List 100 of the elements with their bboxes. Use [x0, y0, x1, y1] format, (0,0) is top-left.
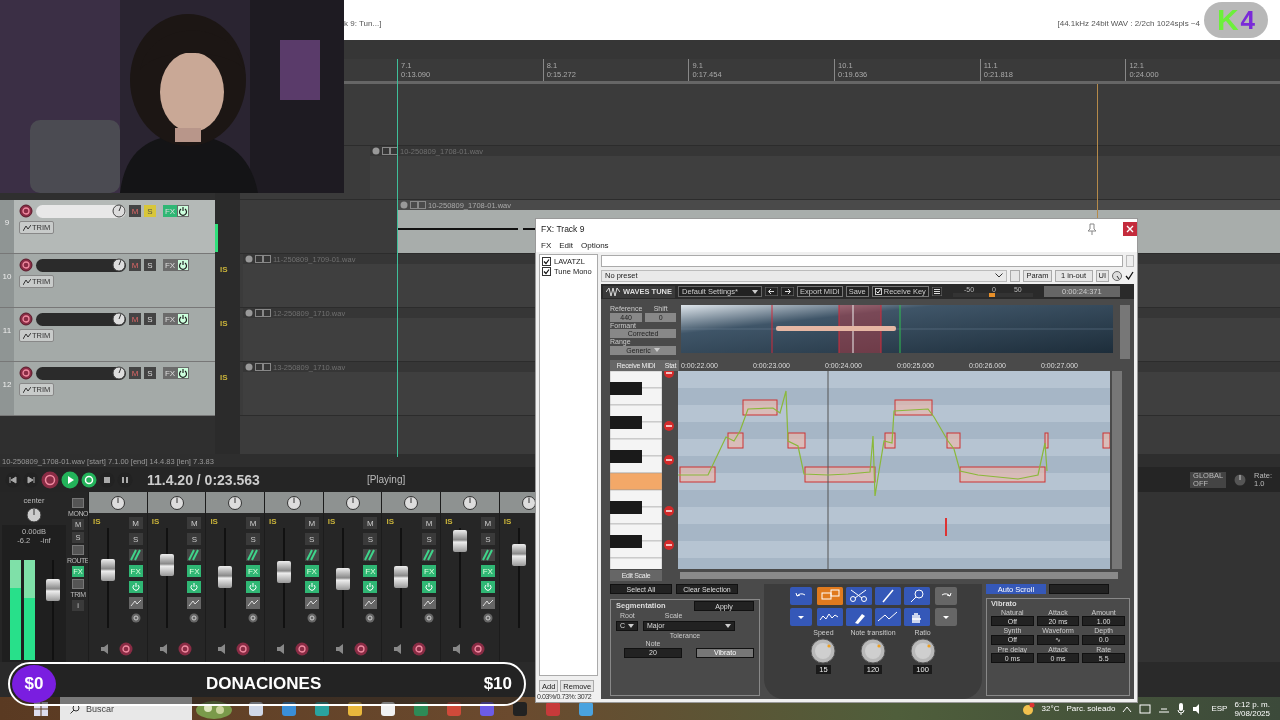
start-icon[interactable]	[34, 701, 48, 716]
record-button[interactable]	[41, 470, 59, 489]
route-icon[interactable]	[246, 549, 261, 561]
overview-waveform-drawing[interactable]	[681, 305, 1113, 353]
tool-button[interactable]	[816, 587, 843, 605]
track-name-field[interactable]	[36, 312, 126, 326]
envelope-icon[interactable]	[128, 597, 143, 609]
envelope-icon[interactable]	[363, 597, 378, 609]
solo-button[interactable]: S	[144, 367, 156, 379]
app-icon[interactable]	[248, 700, 264, 717]
solo-button[interactable]: S	[187, 533, 202, 545]
power-icon[interactable]	[178, 314, 188, 324]
pan-knob[interactable]	[462, 495, 477, 510]
envelope-icon[interactable]	[304, 597, 319, 609]
route-icon[interactable]	[422, 549, 437, 561]
record-arm-button[interactable]	[412, 642, 427, 656]
volume-fader[interactable]	[511, 544, 526, 566]
phase-icon[interactable]	[248, 613, 259, 623]
mute-button[interactable]: M	[128, 517, 143, 529]
volume-fader[interactable]	[159, 554, 174, 576]
record-arm-button[interactable]	[19, 258, 33, 272]
chevron-up-icon[interactable]	[1122, 704, 1133, 713]
volume-knob[interactable]	[112, 366, 126, 380]
scrollbar[interactable]	[1112, 371, 1122, 569]
pin-icon[interactable]	[1087, 223, 1097, 235]
envelope-icon[interactable]	[480, 597, 495, 609]
volume-fader[interactable]	[218, 566, 233, 588]
tool-button[interactable]	[903, 608, 930, 626]
power-icon[interactable]	[178, 260, 188, 270]
power-icon[interactable]	[187, 581, 202, 593]
mute-button[interactable]: M	[422, 517, 437, 529]
power-icon[interactable]	[178, 368, 188, 378]
mute-button[interactable]: M	[187, 517, 202, 529]
app-icon[interactable]	[380, 700, 396, 717]
volume-fader[interactable]	[335, 568, 350, 590]
menu-icon[interactable]	[931, 287, 942, 296]
pan-knob[interactable]	[169, 495, 184, 510]
speaker-icon[interactable]	[453, 644, 462, 654]
solo-button[interactable]: S	[480, 533, 495, 545]
volume-knob[interactable]	[112, 204, 126, 218]
scrollbar[interactable]	[1120, 305, 1130, 359]
weather-icon[interactable]	[1020, 701, 1035, 716]
clock-time[interactable]: 6:12 p. m.	[1234, 699, 1270, 709]
solo-button[interactable]: S	[144, 313, 156, 325]
piano-keys-drawing[interactable]	[610, 371, 662, 569]
solo-button[interactable]: S	[246, 533, 261, 545]
track-name-field[interactable]	[36, 258, 126, 272]
power-icon[interactable]	[363, 581, 378, 593]
pan-knob[interactable]	[110, 495, 125, 510]
power-icon[interactable]	[246, 581, 261, 593]
app-icon[interactable]	[281, 700, 297, 717]
phase-icon[interactable]	[365, 613, 376, 623]
app-icon[interactable]	[512, 700, 528, 717]
phase-icon[interactable]	[306, 613, 317, 623]
power-icon[interactable]	[128, 581, 143, 593]
track-name-field[interactable]	[36, 366, 126, 380]
app-icon[interactable]	[314, 700, 330, 717]
rate-knob[interactable]	[1234, 473, 1247, 486]
pan-knob[interactable]	[404, 495, 419, 510]
pan-knob[interactable]	[228, 495, 243, 510]
microphone-icon[interactable]	[1177, 702, 1186, 715]
record-arm-button[interactable]	[19, 366, 33, 380]
pan-knob[interactable]	[521, 495, 535, 510]
record-arm-button[interactable]	[119, 642, 133, 656]
close-icon[interactable]	[1123, 222, 1137, 236]
caret-button[interactable]	[934, 608, 957, 626]
volume-fader[interactable]	[453, 530, 468, 552]
volume-knob[interactable]	[112, 312, 126, 326]
solo-button[interactable]: S	[363, 533, 378, 545]
record-arm-button[interactable]	[471, 642, 486, 656]
speaker-icon[interactable]	[159, 644, 168, 654]
power-icon[interactable]	[422, 581, 437, 593]
record-arm-button[interactable]	[353, 642, 368, 656]
app-icon[interactable]	[413, 700, 429, 717]
envelope-icon[interactable]	[422, 597, 437, 609]
repeat-button[interactable]	[81, 471, 97, 488]
track-name-field[interactable]	[36, 204, 126, 218]
tool-button[interactable]	[903, 587, 930, 605]
rotary-knob[interactable]	[810, 637, 837, 664]
caret-button[interactable]	[789, 608, 812, 626]
search-field[interactable]: Buscar	[60, 697, 192, 720]
plugin-checkbox[interactable]	[542, 267, 551, 276]
pan-knob[interactable]	[26, 507, 42, 523]
clock-date[interactable]: 9/08/2025	[1234, 708, 1270, 718]
speaker-icon[interactable]	[101, 644, 109, 654]
pan-knob[interactable]	[345, 495, 360, 510]
tool-button[interactable]	[816, 608, 843, 626]
language-indicator[interactable]: ESP	[1211, 704, 1228, 713]
speaker-icon[interactable]	[218, 644, 227, 654]
scrollbar[interactable]	[680, 571, 1118, 579]
app-icon[interactable]	[479, 700, 495, 717]
pan-knob[interactable]	[286, 495, 301, 510]
phase-icon[interactable]	[424, 613, 435, 623]
solo-button[interactable]: S	[144, 205, 156, 217]
record-arm-button[interactable]	[19, 312, 33, 326]
display-icon[interactable]	[1139, 703, 1152, 714]
envelope-icon[interactable]	[187, 597, 202, 609]
speaker-icon[interactable]	[335, 644, 344, 654]
mute-button[interactable]: M	[246, 517, 261, 529]
mute-button[interactable]: M	[363, 517, 378, 529]
